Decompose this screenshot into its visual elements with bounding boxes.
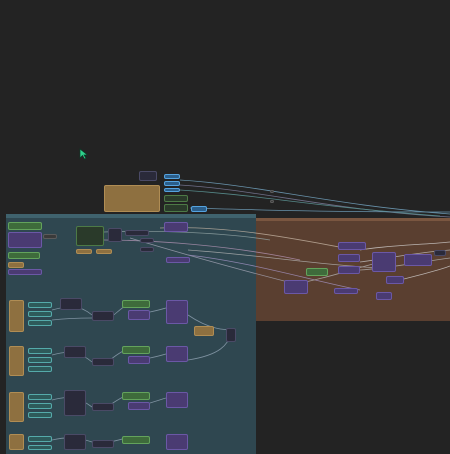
node-teal-purple-b[interactable] [8,269,42,275]
node-brown-f[interactable] [372,252,396,272]
reroute-dot-a[interactable] [270,190,274,193]
node-row4-dark-a[interactable] [64,434,86,450]
node-teal-mid-c[interactable] [140,238,154,243]
node-teal-green-header[interactable] [8,222,42,230]
node-row3-dark-a[interactable] [64,390,86,416]
node-row4-input-a[interactable] [28,436,52,442]
node-row1-dark-a[interactable] [60,298,82,310]
node-row1-tan-b[interactable] [194,326,214,336]
node-brown-h[interactable] [386,276,404,284]
node-top-tan[interactable] [104,185,160,212]
node-top-blue-d[interactable] [191,206,207,212]
node-row2-tan[interactable] [9,346,24,376]
node-row1-green[interactable] [122,300,150,308]
node-brown-g[interactable] [404,254,432,266]
node-top-blue-a[interactable] [164,174,180,179]
node-teal-mid-d[interactable] [140,247,154,252]
node-top-blue-c[interactable] [164,188,180,192]
node-teal-green-b[interactable] [8,252,40,259]
node-row2-purple-a[interactable] [128,356,150,364]
node-teal-purple-d[interactable] [166,257,190,263]
node-row3-purple-b[interactable] [166,392,188,408]
node-top-blue-b[interactable] [164,181,180,186]
node-teal-tan-a[interactable] [8,262,24,268]
node-teal-tan-b[interactable] [76,249,92,254]
node-row2-input-a[interactable] [28,348,52,354]
node-top-green-b[interactable] [164,204,188,212]
node-brown-i[interactable] [376,292,392,300]
node-row3-tan[interactable] [9,392,24,422]
node-brown-green[interactable] [306,268,328,276]
node-teal-purple-a[interactable] [8,232,42,248]
node-teal-tan-c[interactable] [96,249,112,254]
node-row1-input-a[interactable] [28,302,52,308]
node-row2-purple-b[interactable] [166,346,188,362]
node-row4-green[interactable] [122,436,150,444]
node-row1-dark-b[interactable] [92,311,114,321]
node-row3-input-c[interactable] [28,412,52,418]
node-row1-input-b[interactable] [28,311,52,317]
node-row3-purple-a[interactable] [128,402,150,410]
node-brown-b[interactable] [338,254,360,262]
node-row1-dark-c[interactable] [226,328,236,342]
node-row2-input-b[interactable] [28,357,52,363]
node-row1-tan[interactable] [9,300,24,332]
node-teal-preview[interactable] [76,226,104,246]
pointer-cursor-icon [79,148,89,160]
node-row4-input-b[interactable] [28,445,52,450]
node-top-small[interactable] [139,171,157,181]
connection-wires [51,179,450,443]
node-graph-canvas[interactable] [0,0,450,454]
reroute-dot-b[interactable] [270,200,274,203]
node-row2-dark-a[interactable] [64,346,86,358]
node-row1-input-c[interactable] [28,320,52,326]
node-top-green-a[interactable] [164,195,188,202]
node-row2-dark-b[interactable] [92,358,114,366]
node-row3-dark-b[interactable] [92,403,114,411]
node-brown-e[interactable] [334,288,358,294]
node-row4-tan[interactable] [9,434,24,450]
node-teal-purple-c[interactable] [164,222,188,232]
node-row2-green[interactable] [122,346,150,354]
node-teal-mid-b[interactable] [125,230,149,236]
node-row1-purple-b[interactable] [166,300,188,324]
node-row1-purple-a[interactable] [128,310,150,320]
node-row3-green[interactable] [122,392,150,400]
node-row3-input-a[interactable] [28,394,52,400]
node-brown-d[interactable] [284,280,308,294]
node-row4-purple-b[interactable] [166,434,188,450]
node-row3-input-b[interactable] [28,403,52,409]
node-brown-a[interactable] [338,242,366,250]
node-brown-j[interactable] [434,250,446,256]
node-brown-c[interactable] [338,266,360,274]
node-teal-mid-a[interactable] [108,228,122,242]
node-teal-small[interactable] [43,234,57,239]
node-row4-dark-b[interactable] [92,440,114,448]
node-row2-input-c[interactable] [28,366,52,372]
